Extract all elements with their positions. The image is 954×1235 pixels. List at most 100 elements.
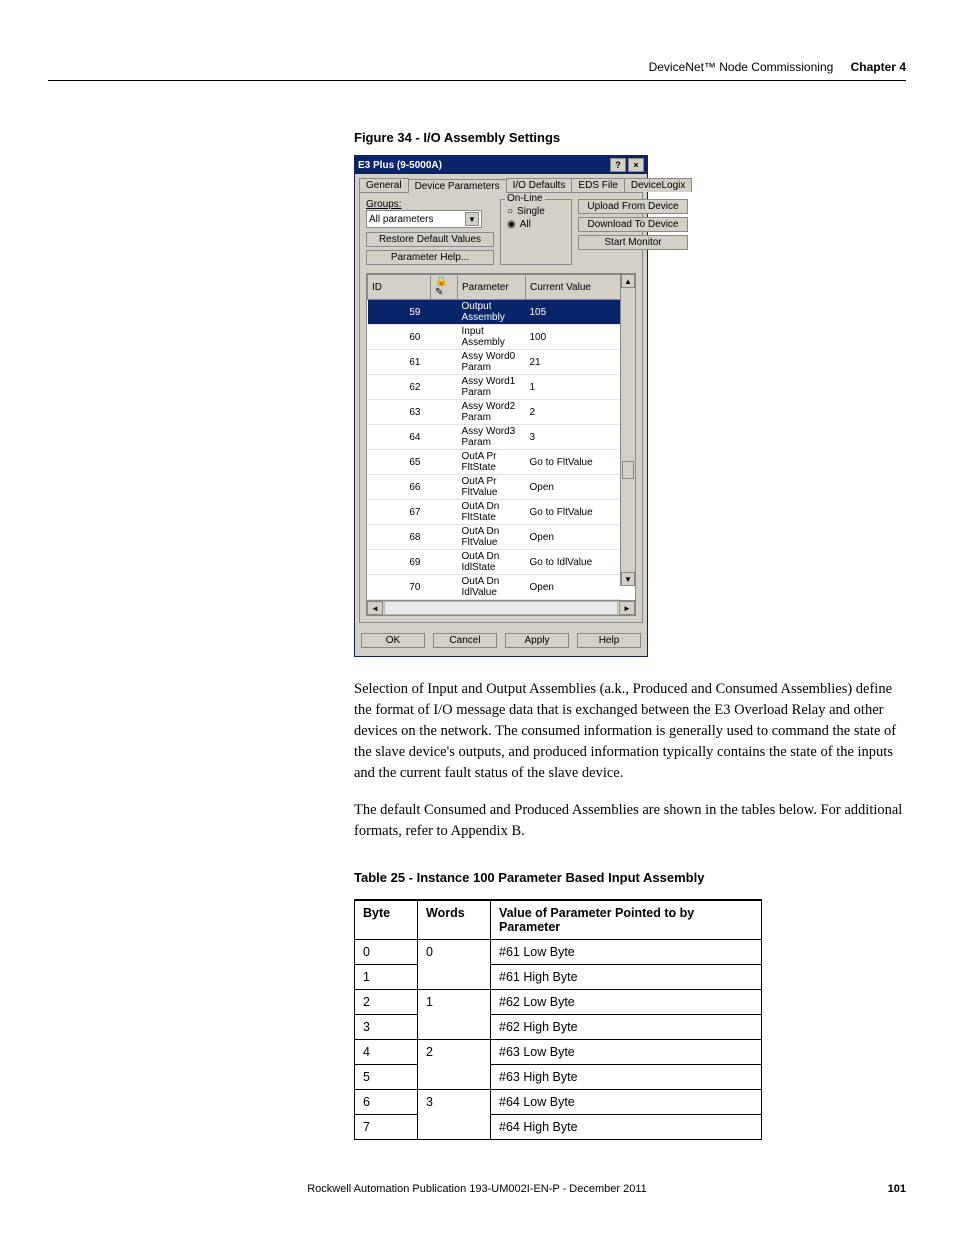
- table-row: 1 #61 High Byte: [355, 965, 762, 990]
- radio-single[interactable]: ○ Single: [507, 206, 565, 217]
- dialog-titlebar[interactable]: E3 Plus (9-5000A) ? ×: [355, 156, 647, 174]
- download-to-device-button[interactable]: Download To Device: [578, 217, 688, 232]
- cell-id: 65: [368, 450, 431, 475]
- cell-icons: [431, 500, 458, 525]
- upload-from-device-button[interactable]: Upload From Device: [578, 199, 688, 214]
- cell-param: OutA Dn IdlValue: [458, 575, 526, 600]
- groups-dropdown[interactable]: All parameters ▼: [366, 210, 482, 228]
- col-icons[interactable]: 🔒 ✎: [431, 275, 458, 300]
- cell-value: 3: [526, 425, 621, 450]
- scroll-down-icon[interactable]: ▼: [621, 572, 635, 586]
- cell-value: #61 Low Byte: [491, 940, 762, 965]
- cell-words: 3: [418, 1090, 491, 1140]
- table-row[interactable]: 64Assy Word3 Param3: [368, 425, 621, 450]
- cell-id: 63: [368, 400, 431, 425]
- cell-value: 1: [526, 375, 621, 400]
- online-legend: On-Line: [505, 193, 545, 204]
- header-chapter: Chapter 4: [851, 60, 906, 74]
- scroll-up-icon[interactable]: ▲: [621, 274, 635, 288]
- cell-id: 70: [368, 575, 431, 600]
- dialog-button-row: OK Cancel Apply Help: [355, 627, 647, 656]
- start-monitor-button[interactable]: Start Monitor: [578, 235, 688, 250]
- cell-id: 62: [368, 375, 431, 400]
- table-row[interactable]: 62Assy Word1 Param1: [368, 375, 621, 400]
- col-current-value[interactable]: Current Value: [526, 275, 621, 300]
- th-byte: Byte: [355, 900, 418, 940]
- chevron-down-icon: ▼: [465, 212, 479, 226]
- cell-param: Assy Word2 Param: [458, 400, 526, 425]
- radio-on-icon: ◉: [507, 219, 516, 230]
- col-parameter[interactable]: Parameter: [458, 275, 526, 300]
- parameter-help-button[interactable]: Parameter Help...: [366, 250, 494, 265]
- table-row[interactable]: 70OutA Dn IdlValueOpen: [368, 575, 621, 600]
- cell-value: 105: [526, 300, 621, 325]
- cell-value: 21: [526, 350, 621, 375]
- table-row[interactable]: 67OutA Dn FltStateGo to FltValue: [368, 500, 621, 525]
- cell-param: OutA Pr FltState: [458, 450, 526, 475]
- table-caption: Table 25 - Instance 100 Parameter Based …: [354, 870, 906, 885]
- online-fieldset: On-Line ○ Single ◉ All: [500, 199, 572, 265]
- tab-device-parameters[interactable]: Device Parameters: [408, 179, 507, 193]
- instance-100-table: Byte Words Value of Parameter Pointed to…: [354, 899, 762, 1140]
- cell-icons: [431, 300, 458, 325]
- restore-defaults-button[interactable]: Restore Default Values: [366, 232, 494, 247]
- ok-button[interactable]: OK: [361, 633, 425, 648]
- cell-icons: [431, 550, 458, 575]
- radio-off-icon: ○: [507, 206, 513, 217]
- col-id[interactable]: ID: [368, 275, 431, 300]
- table-row[interactable]: 61 Assy Word0 Param21: [368, 350, 621, 375]
- cell-value: #61 High Byte: [491, 965, 762, 990]
- radio-all[interactable]: ◉ All: [507, 219, 565, 230]
- help-button[interactable]: Help: [577, 633, 641, 648]
- vertical-scrollbar[interactable]: ▲ ▼: [620, 274, 635, 586]
- table-row[interactable]: 65 OutA Pr FltStateGo to FltValue: [368, 450, 621, 475]
- header-section: DeviceNet™ Node Commissioning: [649, 60, 834, 74]
- page-footer: Rockwell Automation Publication 193-UM00…: [48, 1183, 906, 1195]
- cell-id: 68: [368, 525, 431, 550]
- cell-id: 60: [368, 325, 431, 350]
- cancel-button[interactable]: Cancel: [433, 633, 497, 648]
- cell-value: #62 High Byte: [491, 1015, 762, 1040]
- tab-eds-file[interactable]: EDS File: [571, 178, 624, 192]
- scroll-thumb[interactable]: [622, 461, 634, 479]
- cell-param: Output Assembly: [458, 300, 526, 325]
- table-row[interactable]: 63Assy Word2 Param2: [368, 400, 621, 425]
- cell-byte: 1: [355, 965, 418, 990]
- cell-value: 100: [526, 325, 621, 350]
- figure-caption: Figure 34 - I/O Assembly Settings: [354, 130, 906, 145]
- scroll-right-icon[interactable]: ►: [619, 601, 635, 615]
- window-help-button[interactable]: ?: [610, 158, 626, 172]
- table-row[interactable]: 68OutA Dn FltValueOpen: [368, 525, 621, 550]
- cell-param: Assy Word0 Param: [458, 350, 526, 375]
- footer-publication: Rockwell Automation Publication 193-UM00…: [88, 1183, 866, 1195]
- cell-param: Input Assembly: [458, 325, 526, 350]
- cell-byte: 4: [355, 1040, 418, 1065]
- apply-button[interactable]: Apply: [505, 633, 569, 648]
- scroll-left-icon[interactable]: ◄: [367, 601, 383, 615]
- cell-id: 66: [368, 475, 431, 500]
- table-row[interactable]: 59Output Assembly105: [368, 300, 621, 325]
- groups-label: Groups:: [366, 199, 494, 210]
- cell-param: OutA Dn FltState: [458, 500, 526, 525]
- tab-general[interactable]: General: [359, 178, 409, 192]
- cell-value: Go to FltValue: [526, 500, 621, 525]
- horizontal-scrollbar[interactable]: ◄ ►: [367, 600, 635, 615]
- cell-icons: [431, 375, 458, 400]
- cell-value: Open: [526, 475, 621, 500]
- groups-dropdown-value: All parameters: [369, 214, 433, 225]
- tab-io-defaults[interactable]: I/O Defaults: [506, 178, 573, 192]
- window-close-button[interactable]: ×: [628, 158, 644, 172]
- table-row[interactable]: 66OutA Pr FltValueOpen: [368, 475, 621, 500]
- table-row[interactable]: 60 Input Assembly100: [368, 325, 621, 350]
- tab-devicelogix[interactable]: DeviceLogix: [624, 178, 692, 192]
- cell-value: Open: [526, 525, 621, 550]
- cell-value: #64 Low Byte: [491, 1090, 762, 1115]
- cell-id: 61: [368, 350, 431, 375]
- dialog-title-text: E3 Plus (9-5000A): [358, 160, 442, 171]
- table-row: 00#61 Low Byte: [355, 940, 762, 965]
- cell-value: Go to FltValue: [526, 450, 621, 475]
- cell-value: Go to IdlValue: [526, 550, 621, 575]
- table-row[interactable]: 69OutA Dn IdlStateGo to IdlValue: [368, 550, 621, 575]
- cell-icons: [431, 325, 458, 350]
- cell-byte: 5: [355, 1065, 418, 1090]
